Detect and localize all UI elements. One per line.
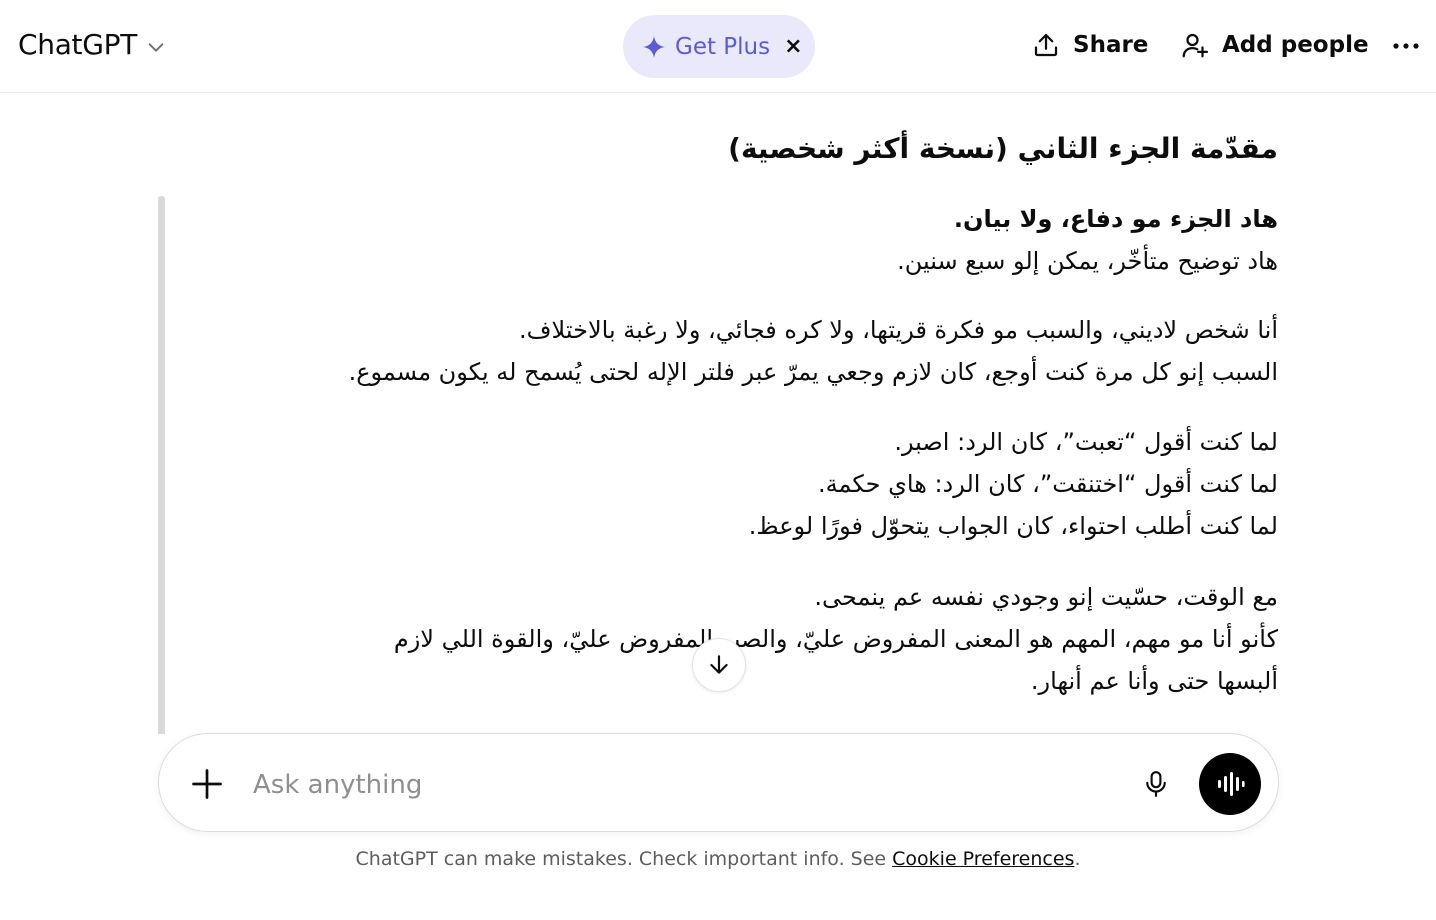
paragraph: مع الوقت، حسّيت إنو وجودي نفسه عم ينمحى.… — [230, 576, 1278, 702]
section-title: مقدّمة الجزء الثاني (نسخة أكثر شخصية) — [728, 132, 1278, 165]
share-label: Share — [1073, 32, 1149, 58]
paragraph-line: السبب إنو كل مرة كنت أوجع، كان لازم وجعي… — [348, 358, 1278, 386]
sparkle-icon — [643, 35, 665, 58]
add-people-label: Add people — [1222, 32, 1369, 58]
voice-waveform-icon — [1218, 772, 1245, 796]
more-icon — [1393, 43, 1419, 49]
paragraph-line: أنا شخص لاديني، والسبب مو فكرة قريتها، و… — [519, 316, 1278, 344]
paragraph-line: لما كنت أقول “تعبت”، كان الرد: اصبر. — [894, 428, 1278, 456]
plus-icon[interactable] — [189, 766, 225, 802]
arrow-down-icon — [710, 655, 728, 674]
get-plus-label: Get Plus — [675, 33, 771, 60]
paragraph: هاد الجزء مو دفاع، ولا بيان. هاد توضيح م… — [230, 198, 1278, 282]
top-bar: ChatGPT Get Plus × Share Add people — [0, 0, 1436, 93]
disclaimer: ChatGPT can make mistakes. Check importa… — [0, 848, 1436, 870]
more-options-button[interactable] — [1392, 30, 1420, 62]
composer — [158, 733, 1279, 832]
close-icon[interactable]: × — [784, 34, 802, 59]
paragraph: أنا شخص لاديني، والسبب مو فكرة قريتها، و… — [230, 309, 1278, 393]
scroll-to-bottom-button[interactable] — [692, 638, 746, 692]
paragraph: لما كنت أقول “تعبت”، كان الرد: اصبر. لما… — [230, 421, 1278, 547]
paragraph-line: مع الوقت، حسّيت إنو وجودي نفسه عم ينمحى. — [814, 583, 1278, 611]
cookie-preferences-link[interactable]: Cookie Preferences — [892, 848, 1074, 870]
paragraph-line: لما كنت أطلب احتواء، كان الجواب يتحوّل ف… — [748, 512, 1278, 540]
model-switcher[interactable]: ChatGPT — [18, 28, 167, 61]
paragraph-line: هاد الجزء مو دفاع، ولا بيان. — [953, 205, 1278, 233]
get-plus-button[interactable]: Get Plus × — [623, 15, 815, 78]
paragraph-line: كأنو أنا مو مهم، المهم هو المعنى المفروض… — [393, 625, 1278, 653]
model-name: ChatGPT — [18, 28, 138, 61]
paragraph-line: لما كنت أقول “اختنقت”، كان الرد: هاي حكم… — [818, 470, 1278, 498]
voice-mode-button[interactable] — [1199, 753, 1261, 815]
share-button[interactable]: Share — [1031, 30, 1148, 60]
paragraph-line: هاد توضيح متأخّر، يمكن إلو سبع سنين. — [897, 247, 1278, 275]
disclaimer-text: ChatGPT can make mistakes. Check importa… — [355, 848, 893, 870]
microphone-icon[interactable] — [1141, 769, 1171, 799]
quote-bar — [158, 196, 165, 734]
add-person-icon — [1182, 33, 1208, 58]
disclaimer-end: . — [1074, 848, 1081, 870]
share-icon — [1034, 33, 1058, 57]
prompt-input[interactable] — [251, 762, 1115, 808]
chevron-down-icon — [148, 42, 164, 52]
paragraph-line: ألبسها حتى وأنا عم أنهار. — [1030, 667, 1278, 695]
add-people-button[interactable]: Add people — [1180, 30, 1369, 60]
